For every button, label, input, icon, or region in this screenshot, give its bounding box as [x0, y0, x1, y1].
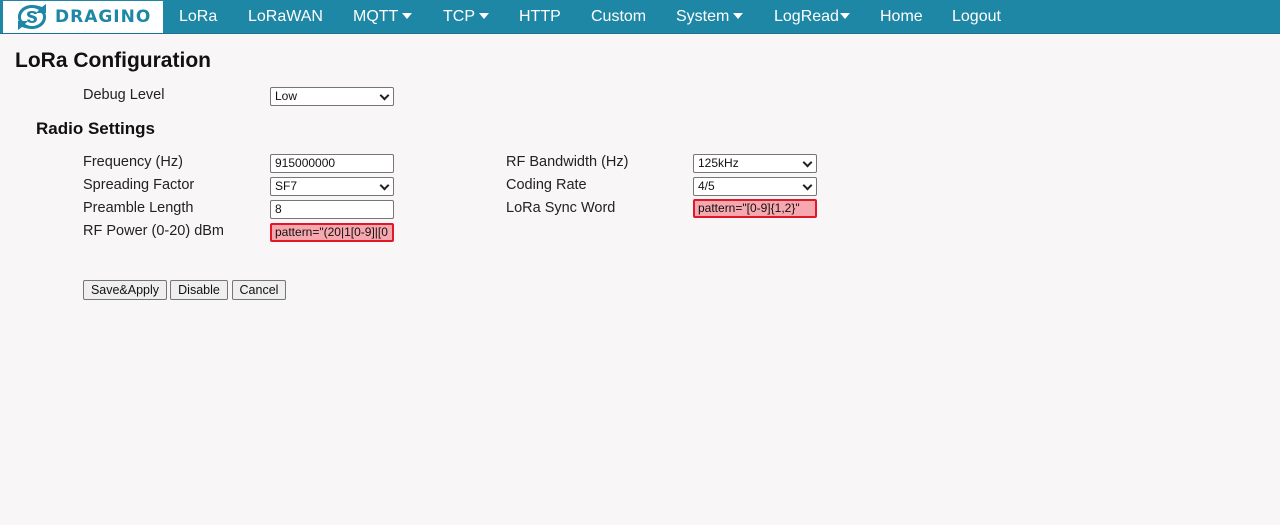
chevron-down-icon — [802, 157, 813, 168]
nav-mqtt[interactable]: MQTT — [353, 0, 413, 34]
nav-tcp-label: TCP — [443, 8, 475, 25]
coding-rate-label: Coding Rate — [506, 177, 587, 193]
coding-rate-value: 4/5 — [698, 179, 715, 193]
nav-logout-label: Logout — [952, 8, 1001, 25]
top-nav-bar: DRAGINO LoRa LoRaWAN MQTT TCP HTTP Custo… — [0, 0, 1280, 34]
nav-lora-label: LoRa — [179, 8, 218, 25]
brand-logo[interactable]: DRAGINO — [3, 1, 163, 33]
coding-rate-select[interactable]: 4/5 — [693, 177, 817, 196]
spreading-factor-value: SF7 — [275, 179, 298, 193]
nav-logread[interactable]: LogRead — [774, 0, 850, 34]
nav-lorawan-label: LoRaWAN — [248, 8, 323, 25]
spreading-factor-label: Spreading Factor — [83, 177, 195, 193]
brand-name: DRAGINO — [55, 7, 152, 27]
nav-home-label: Home — [880, 8, 923, 25]
disable-button[interactable]: Disable — [170, 280, 228, 300]
chevron-down-icon — [802, 180, 813, 191]
frequency-label: Frequency (Hz) — [83, 154, 183, 170]
nav-tcp[interactable]: TCP — [443, 0, 489, 34]
nav-logread-label: LogRead — [774, 8, 839, 25]
caret-down-icon — [733, 12, 744, 19]
rf-power-input[interactable]: pattern="(20|1[0-9]|[0 — [270, 223, 394, 242]
frequency-input[interactable]: 915000000 — [270, 154, 394, 173]
sync-word-value: pattern="[0-9]{1,2}" — [698, 201, 800, 215]
chevron-down-icon — [379, 180, 390, 191]
rf-power-label: RF Power (0-20) dBm — [83, 223, 225, 239]
nav-http[interactable]: HTTP — [519, 0, 561, 34]
rf-bandwidth-value: 125kHz — [698, 156, 739, 170]
debug-level-select[interactable]: Low — [270, 87, 394, 106]
rf-bandwidth-select[interactable]: 125kHz — [693, 154, 817, 173]
caret-down-icon — [402, 12, 413, 19]
save-apply-button[interactable]: Save&Apply — [83, 280, 167, 300]
dragino-logo-icon — [18, 4, 46, 30]
nav-logout[interactable]: Logout — [952, 0, 1001, 34]
page-title: LoRa Configuration — [15, 49, 211, 72]
nav-custom[interactable]: Custom — [591, 0, 646, 34]
nav-lora[interactable]: LoRa — [179, 0, 217, 34]
radio-settings-heading: Radio Settings — [36, 119, 156, 138]
nav-system-label: System — [676, 8, 730, 25]
preamble-length-input[interactable]: 8 — [270, 200, 394, 219]
caret-down-icon — [479, 12, 489, 19]
chevron-down-icon — [379, 90, 390, 101]
preamble-length-value: 8 — [275, 202, 282, 216]
sync-word-label: LoRa Sync Word — [506, 200, 616, 216]
nav-custom-label: Custom — [591, 8, 647, 25]
sync-word-input[interactable]: pattern="[0-9]{1,2}" — [693, 199, 817, 218]
frequency-value: 915000000 — [275, 156, 336, 170]
debug-level-label: Debug Level — [83, 87, 165, 103]
nav-mqtt-label: MQTT — [353, 8, 399, 25]
debug-level-value: Low — [275, 89, 298, 103]
rf-power-value: pattern="(20|1[0-9]|[0 — [275, 225, 388, 239]
nav-home[interactable]: Home — [880, 0, 923, 34]
rf-bandwidth-label: RF Bandwidth (Hz) — [506, 154, 629, 170]
caret-down-icon — [839, 12, 850, 19]
spreading-factor-select[interactable]: SF7 — [270, 177, 394, 196]
cancel-button[interactable]: Cancel — [232, 280, 286, 300]
preamble-length-label: Preamble Length — [83, 200, 194, 216]
nav-http-label: HTTP — [519, 8, 561, 25]
nav-system[interactable]: System — [676, 0, 744, 34]
nav-lorawan[interactable]: LoRaWAN — [248, 0, 323, 34]
